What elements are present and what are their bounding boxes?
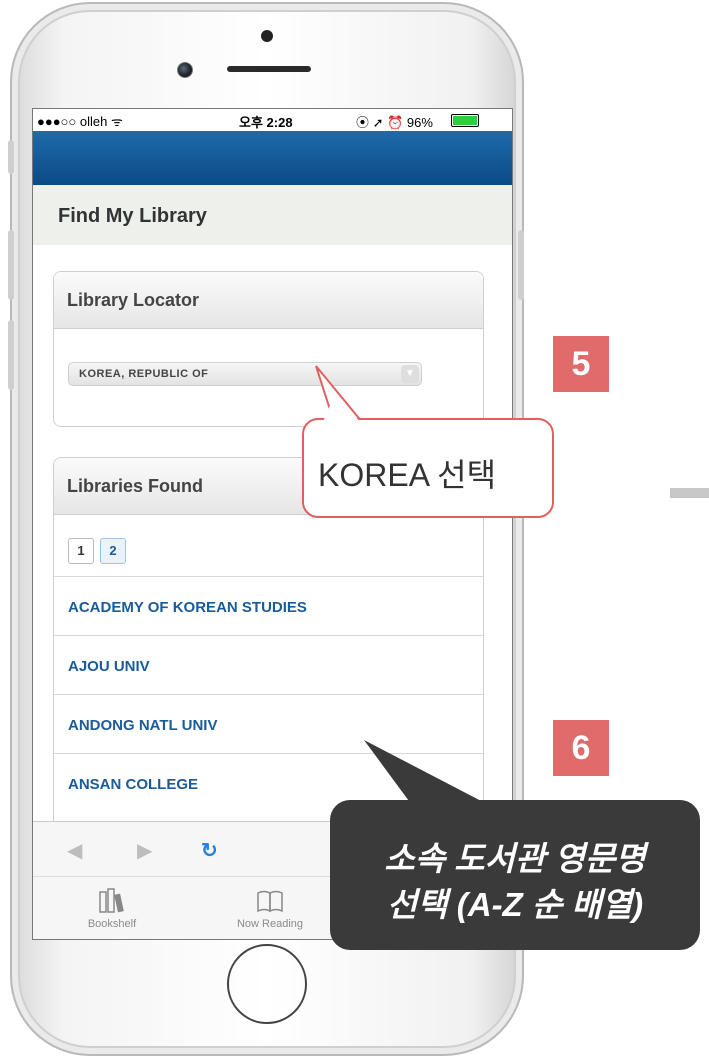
library-locator-header: Library Locator: [54, 272, 483, 329]
battery-icon: [451, 114, 479, 127]
forward-arrow-icon[interactable]: ▶: [137, 838, 152, 863]
country-select-value: KOREA, REPUBLIC OF: [79, 368, 209, 380]
page-button-2[interactable]: 2: [100, 538, 126, 564]
list-item[interactable]: AJOU UNIV: [54, 635, 483, 694]
page-button-1[interactable]: 1: [68, 538, 94, 564]
reload-icon[interactable]: ↻: [201, 838, 218, 863]
clock: 오후 2:28: [239, 115, 293, 130]
carrier-signal: ●●●○○ olleh ᯤ: [37, 114, 123, 129]
app-header-bar: [33, 131, 512, 185]
chevron-down-icon: ▼: [401, 365, 419, 383]
back-arrow-icon[interactable]: ◀: [67, 838, 82, 863]
bookshelf-icon: [97, 886, 127, 916]
pagination: 12: [68, 538, 132, 564]
status-bar: ●●●○○ olleh ᯤ 오후 2:28 ⦿ ➚ ⏰ 96%: [33, 109, 512, 131]
library-link[interactable]: ACADEMY OF KOREAN STUDIES: [68, 599, 307, 616]
proximity-sensor: [261, 30, 273, 42]
volume-up-button: [8, 230, 14, 300]
library-locator-panel: Library Locator KOREA, REPUBLIC OF ▼: [53, 271, 484, 427]
library-link[interactable]: ANSAN COLLEGE: [68, 776, 198, 793]
page-title: Find My Library: [58, 205, 207, 227]
earpiece-speaker: [227, 66, 311, 72]
front-camera-icon: [177, 62, 193, 78]
step-badge-6: 6: [553, 720, 609, 776]
volume-down-button: [8, 320, 14, 390]
callout-line-1: 소속 도서관 영문명: [384, 840, 646, 877]
tab-now-reading-label: Now Reading: [236, 918, 304, 930]
callout-select-library: 소속 도서관 영문명 선택 (A-Z 순 배열): [330, 800, 700, 950]
tab-bookshelf-label: Bookshelf: [87, 918, 137, 930]
tab-bookshelf[interactable]: Bookshelf: [81, 886, 143, 930]
library-locator-heading: Library Locator: [67, 290, 200, 310]
callout-pointer-cover: [322, 394, 362, 424]
libraries-found-heading: Libraries Found: [67, 476, 204, 496]
callout-line-2: 선택 (A-Z 순 배열): [386, 886, 644, 923]
page-title-bar: Find My Library: [33, 185, 512, 245]
callout-korea-text: KOREA 선택: [318, 457, 497, 493]
library-link[interactable]: ANDONG NATL UNIV: [68, 717, 217, 734]
status-indicators: ⦿ ➚ ⏰ 96%: [356, 115, 433, 130]
home-button[interactable]: [227, 944, 307, 1024]
list-item[interactable]: ACADEMY OF KOREAN STUDIES: [54, 576, 483, 635]
tab-now-reading[interactable]: Now Reading: [225, 886, 315, 930]
step-badge-5: 5: [553, 336, 609, 392]
next-step-arrow: [670, 488, 709, 498]
callout-korea: KOREA 선택: [302, 418, 554, 518]
library-link[interactable]: AJOU UNIV: [68, 658, 150, 675]
power-button: [518, 230, 524, 300]
mute-switch: [8, 140, 14, 174]
open-book-icon: [255, 886, 285, 916]
